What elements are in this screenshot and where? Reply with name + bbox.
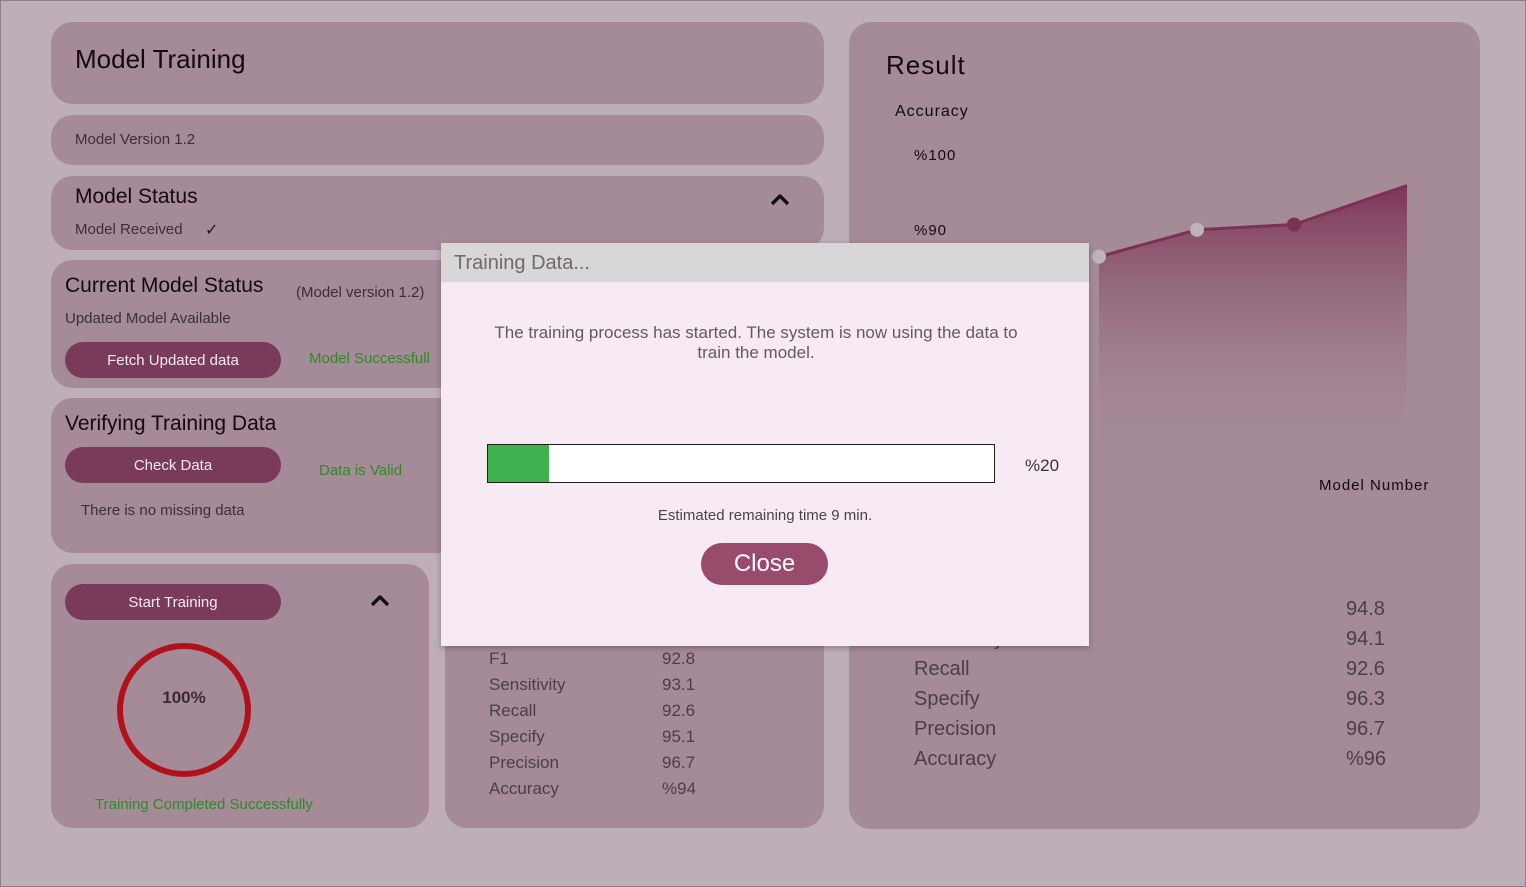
metric-value: 94.1 xyxy=(1346,628,1385,650)
metric-value: %94 xyxy=(662,779,697,798)
progress-bar-fill xyxy=(488,445,549,482)
model-version-label: Model Version 1.2 xyxy=(75,131,196,148)
page-title: Model Training xyxy=(75,44,246,74)
progress-ring-label: 100% xyxy=(162,688,206,707)
header-card: Model Training xyxy=(51,22,824,104)
current-model-subtitle: Updated Model Available xyxy=(65,310,231,327)
metric-value: %96 xyxy=(1346,748,1387,770)
chart-xlabel: Model Number xyxy=(1319,477,1430,494)
training-card: Start Training 100% Training Completed S… xyxy=(51,564,429,828)
metric-name: F1 xyxy=(489,649,509,668)
metric-row: Precision 96.7 xyxy=(914,718,1414,748)
metric-row: Precision 96.7 xyxy=(489,753,789,779)
model-success-message: Model Successfull xyxy=(309,350,430,367)
metric-name: Specify xyxy=(914,688,980,710)
metric-name: Precision xyxy=(914,718,997,740)
chart-point xyxy=(1190,222,1204,237)
metric-row: Accuracy %94 xyxy=(489,779,789,805)
metric-value: 96.3 xyxy=(1346,688,1385,710)
training-modal: Training Data... The training process ha… xyxy=(441,243,1089,646)
verify-title: Verifying Training Data xyxy=(65,412,277,435)
modal-message: The training process has started. The sy… xyxy=(494,323,1018,362)
progress-ring xyxy=(117,643,251,777)
check-data-button[interactable]: Check Data xyxy=(65,447,281,483)
modal-title: Training Data... xyxy=(454,252,590,274)
metric-row: Recall 92.6 xyxy=(489,701,789,727)
model-status-text: Model Received xyxy=(75,221,183,238)
chevron-up-icon[interactable] xyxy=(370,593,390,607)
modal-header: Training Data... xyxy=(441,243,1089,282)
chart-point xyxy=(1287,217,1301,232)
metric-name: Sensitivity xyxy=(489,675,566,694)
data-valid-message: Data is Valid xyxy=(319,462,403,479)
fetch-updated-data-button[interactable]: Fetch Updated data xyxy=(65,342,281,378)
model-status-card: Model Status Model Received ✓ xyxy=(51,176,824,250)
check-icon: ✓ xyxy=(205,222,219,239)
training-completed-message: Training Completed Successfully xyxy=(95,796,313,813)
metric-name: Recall xyxy=(914,658,970,680)
start-training-button[interactable]: Start Training xyxy=(65,584,281,620)
metric-name: Specify xyxy=(489,727,545,746)
model-version-card: Model Version 1.2 xyxy=(51,115,824,165)
metric-row: Recall 92.6 xyxy=(914,658,1414,688)
estimated-time: Estimated remaining time 9 min. xyxy=(657,507,873,524)
metric-row: Specify 96.3 xyxy=(914,688,1414,718)
metric-row: Accuracy %96 xyxy=(914,748,1414,778)
metric-row: Sensitivity 93.1 xyxy=(489,675,789,701)
metric-row: F1 92.8 xyxy=(489,649,789,675)
metric-value: 92.8 xyxy=(662,649,696,668)
missing-data-message: There is no missing data xyxy=(81,502,245,519)
metric-name: Precision xyxy=(489,753,559,772)
metric-value: 96.7 xyxy=(1346,718,1385,740)
progress-percent: %20 xyxy=(1025,456,1060,475)
current-model-version-note: (Model version 1.2) xyxy=(296,284,425,301)
close-button[interactable]: Close xyxy=(701,543,828,585)
metric-value: 96.7 xyxy=(662,753,696,772)
metric-name: Recall xyxy=(489,701,537,720)
model-status-title: Model Status xyxy=(75,185,198,208)
current-model-title: Current Model Status xyxy=(65,274,264,297)
metric-row: Specify 95.1 xyxy=(489,727,789,753)
progress-bar xyxy=(487,444,995,483)
chart-point xyxy=(1092,249,1106,264)
metric-value: 95.1 xyxy=(662,727,696,746)
metric-value: 93.1 xyxy=(662,675,696,694)
chevron-up-icon[interactable] xyxy=(770,192,790,206)
metric-name: Accuracy xyxy=(489,779,559,798)
metric-value: 92.6 xyxy=(662,701,696,720)
metric-value: 94.8 xyxy=(1346,598,1385,620)
metric-name: Accuracy xyxy=(914,748,997,770)
metric-value: 92.6 xyxy=(1346,658,1385,680)
